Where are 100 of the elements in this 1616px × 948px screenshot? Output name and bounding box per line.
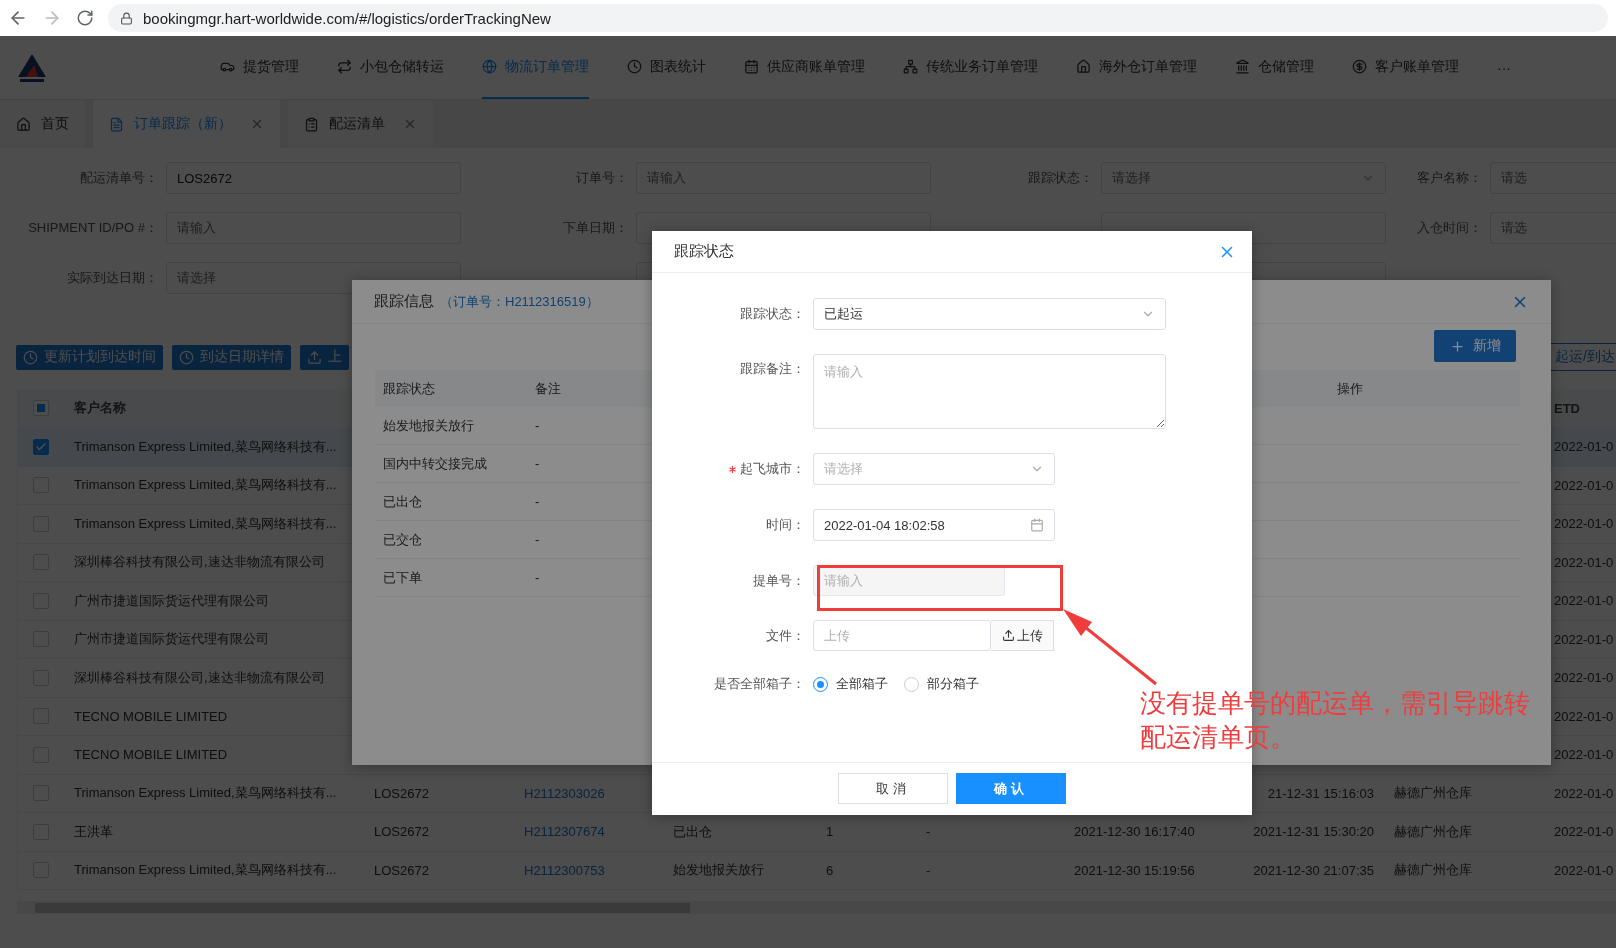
order-number: （订单号：H2112316519） xyxy=(440,294,599,309)
table-cell-text: 2021-12-30 16:17:40 xyxy=(1073,824,1196,840)
nav-item[interactable]: 仓储管理 xyxy=(1235,36,1314,99)
radio-option[interactable]: 部分箱子 xyxy=(904,675,979,693)
table-cell-text: 6 xyxy=(825,862,835,878)
field-label: 文件： xyxy=(766,626,805,645)
table-cell-text: 赫德广州仓库 xyxy=(1393,861,1473,880)
column-header: 备注 xyxy=(534,379,562,398)
clock-icon xyxy=(627,59,642,74)
table-cell-text: 2021-12-30 15:19:56 xyxy=(1073,862,1196,878)
required-icon xyxy=(729,465,736,473)
input-field[interactable]: LOS2672 xyxy=(166,162,461,194)
table-cell-text: 2022-01-0 xyxy=(1553,631,1615,647)
table-cell-text: Trimanson Express Limited,菜鸟网络科技有... xyxy=(73,861,338,880)
checkbox[interactable] xyxy=(33,438,49,455)
logo-icon xyxy=(16,52,48,83)
table-cell-text: 2022-01-0 xyxy=(1553,477,1615,493)
clock-icon xyxy=(179,349,194,365)
upload-icon xyxy=(307,349,322,365)
close-icon[interactable] xyxy=(250,117,264,131)
upload-icon xyxy=(1001,629,1015,642)
globe-icon xyxy=(482,59,497,74)
field-label: 提单号： xyxy=(753,571,805,590)
table-cell-text: - xyxy=(534,494,541,509)
table-cell-text: Trimanson Express Limited,菜鸟网络科技有... xyxy=(73,476,338,495)
confirm-button[interactable]: 确认 xyxy=(956,773,1066,804)
file-field[interactable]: 上传 xyxy=(813,620,991,651)
coin-icon xyxy=(1352,59,1367,74)
table-cell-text: 2022-01-0 xyxy=(1553,862,1615,878)
radio-option[interactable]: 全部箱子 xyxy=(813,675,888,693)
table-cell-text: 始发地报关放行 xyxy=(382,416,475,435)
field-label: 起飞城市： xyxy=(740,460,805,478)
field-label: 跟踪状态： xyxy=(740,305,805,323)
order-link[interactable]: H2112300753 xyxy=(514,862,663,878)
nav-item[interactable]: 海外仓订单管理 xyxy=(1076,36,1197,99)
page-tab[interactable]: 订单跟踪（新） xyxy=(93,100,280,148)
table-cell-text: Trimanson Express Limited,菜鸟网络科技有... xyxy=(73,514,338,533)
clipboard-icon xyxy=(304,116,319,132)
calendar-icon xyxy=(744,59,759,74)
table-cell-text: 2022-01-0 xyxy=(1553,670,1615,686)
table-cell-text: 已下单 xyxy=(382,568,423,587)
table-cell-text: Trimanson Express Limited,菜鸟网络科技有... xyxy=(73,437,338,456)
modal-title: 跟踪信息 xyxy=(374,292,434,309)
select-field[interactable]: 请选择 xyxy=(813,453,1055,485)
reload-icon[interactable] xyxy=(76,9,94,27)
table-cell-text: - xyxy=(534,456,541,471)
repeat-icon xyxy=(337,59,352,74)
table-cell-text: LOS2672 xyxy=(373,862,430,878)
table-cell-text: 21-12-31 15:16:03 xyxy=(1266,785,1375,801)
table-cell-text: 国内中转交接完成 xyxy=(382,454,488,473)
toolbar-button[interactable]: 起运/到达 xyxy=(1548,343,1616,371)
table-cell-text: 赫德广州仓库 xyxy=(1393,784,1473,803)
table-cell-text: 2022-01-0 xyxy=(1553,785,1615,801)
table-cell-text: 2021-12-31 15:30:20 xyxy=(1252,824,1375,840)
table-cell-text: Trimanson Express Limited,菜鸟网络科技有... xyxy=(73,784,338,803)
remark-field[interactable]: 请输入 xyxy=(813,354,1166,429)
house-icon xyxy=(1076,59,1091,74)
table-cell-text: 已交仓 xyxy=(382,530,423,549)
table-cell-text: - xyxy=(925,862,932,878)
table-cell-text: 赫德广州仓库 xyxy=(1393,822,1473,841)
address-bar[interactable]: bookingmgr.hart-worldwide.com/#/logistics/orderTrackingNew xyxy=(108,4,1608,32)
close-icon[interactable] xyxy=(403,117,417,131)
nav-item[interactable]: 供应商账单管理 xyxy=(744,36,865,99)
network-icon xyxy=(903,59,918,74)
column-header: 操作 xyxy=(1336,379,1364,398)
table-cell-text: TECNO MOBILE LIMITED xyxy=(73,747,229,763)
dialog-title: 跟踪状态 xyxy=(674,242,734,261)
table-cell-text: 已出仓 xyxy=(672,822,713,841)
nav-item[interactable]: 小包仓储转运 xyxy=(337,36,444,99)
table-cell-text: LOS2672 xyxy=(373,785,430,801)
toolbar-button[interactable]: 更新计划到达时间 xyxy=(16,344,163,370)
nav-item[interactable]: 图表统计 xyxy=(627,36,706,99)
table-cell-text: 1 xyxy=(825,824,835,840)
table-cell-text: 2022-01-0 xyxy=(1553,439,1615,455)
table-cell-text: 始发地报关放行 xyxy=(672,861,765,880)
checkbox[interactable] xyxy=(33,400,49,416)
check-icon xyxy=(35,440,47,453)
table-cell-text: 王洪革 xyxy=(73,822,114,841)
nav-item[interactable]: 客户账单管理 xyxy=(1352,36,1459,99)
more-menu[interactable]: ··· xyxy=(1497,36,1511,99)
upload-button[interactable]: 上传 xyxy=(991,620,1054,651)
column-header: 跟踪状态 xyxy=(382,379,436,398)
cancel-button[interactable]: 取消 xyxy=(838,773,948,804)
clock-icon xyxy=(23,349,38,365)
add-button[interactable]: 新增 xyxy=(1434,330,1516,362)
nav-item[interactable]: 提货管理 xyxy=(220,36,299,99)
table-cell-text: 2022-01-0 xyxy=(1553,593,1615,609)
table-cell-text: 2022-01-0 xyxy=(1553,708,1615,724)
table-cell-text: 2022-01-0 xyxy=(1553,824,1615,840)
field-label: 是否全部箱子： xyxy=(714,675,805,693)
order-link[interactable]: H2112307674 xyxy=(514,824,663,840)
table-cell-text: LOS2672 xyxy=(373,824,430,840)
date-field[interactable]: 2022-01-04 18:02:58 xyxy=(813,509,1055,541)
table-cell-text: - xyxy=(534,418,541,433)
table-cell-text: - xyxy=(925,824,932,840)
field-label: 时间： xyxy=(766,516,805,534)
table-cell-text: 2022-01-0 xyxy=(1553,747,1615,763)
nav-item[interactable]: 传统业务订单管理 xyxy=(903,36,1038,99)
table-cell-text: - xyxy=(534,570,541,585)
select-field[interactable]: 已起运 xyxy=(813,298,1166,330)
